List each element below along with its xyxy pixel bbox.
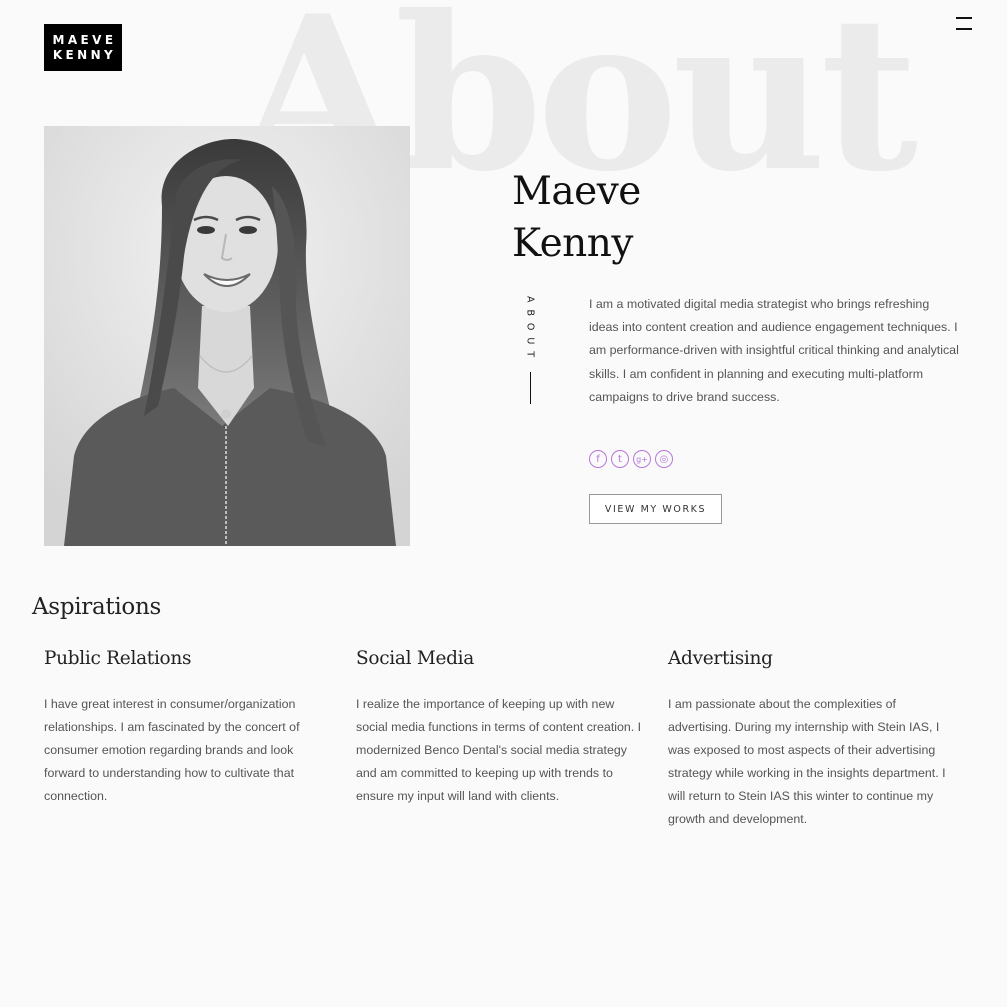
hamburger-icon[interactable]	[954, 14, 976, 34]
aspirations-title: Aspirations	[32, 594, 161, 620]
facebook-icon[interactable]: f	[589, 450, 607, 468]
profile-photo	[44, 126, 410, 546]
site-logo[interactable]: MAEVE KENNY	[44, 24, 122, 71]
aspiration-title: Social Media	[356, 648, 474, 669]
twitter-icon[interactable]: t	[611, 450, 629, 468]
logo-line-1: MAEVE	[52, 32, 117, 47]
aspiration-text: I realize the importance of keeping up w…	[356, 697, 642, 803]
first-name: Maeve	[512, 169, 641, 214]
about-vertical-label: ABOUT	[520, 296, 540, 405]
aspiration-public-relations: Public Relations I have great interest i…	[44, 645, 326, 803]
google-plus-icon[interactable]: g+	[633, 450, 651, 468]
dribbble-icon[interactable]: ◎	[655, 450, 673, 468]
about-vertical-text: ABOUT	[524, 296, 536, 365]
aspiration-title: Advertising	[668, 648, 773, 669]
aspiration-social-media: Social Media I realize the importance of…	[356, 645, 646, 803]
logo-line-2: KENNY	[52, 47, 117, 62]
aspiration-text: I have great interest in consumer/organi…	[44, 697, 300, 803]
aspiration-advertising: Advertising I am passionate about the co…	[668, 645, 956, 826]
aspiration-title: Public Relations	[44, 648, 192, 669]
aspiration-text: I am passionate about the complexities o…	[668, 697, 946, 826]
view-my-works-button[interactable]: VIEW MY WORKS	[589, 494, 722, 524]
social-links: f t g+ ◎	[589, 450, 673, 468]
bio-paragraph: I am a motivated digital media strategis…	[589, 297, 959, 404]
person-name: Maeve Kenny	[512, 166, 641, 270]
last-name: Kenny	[512, 221, 633, 266]
vertical-divider	[529, 372, 531, 405]
